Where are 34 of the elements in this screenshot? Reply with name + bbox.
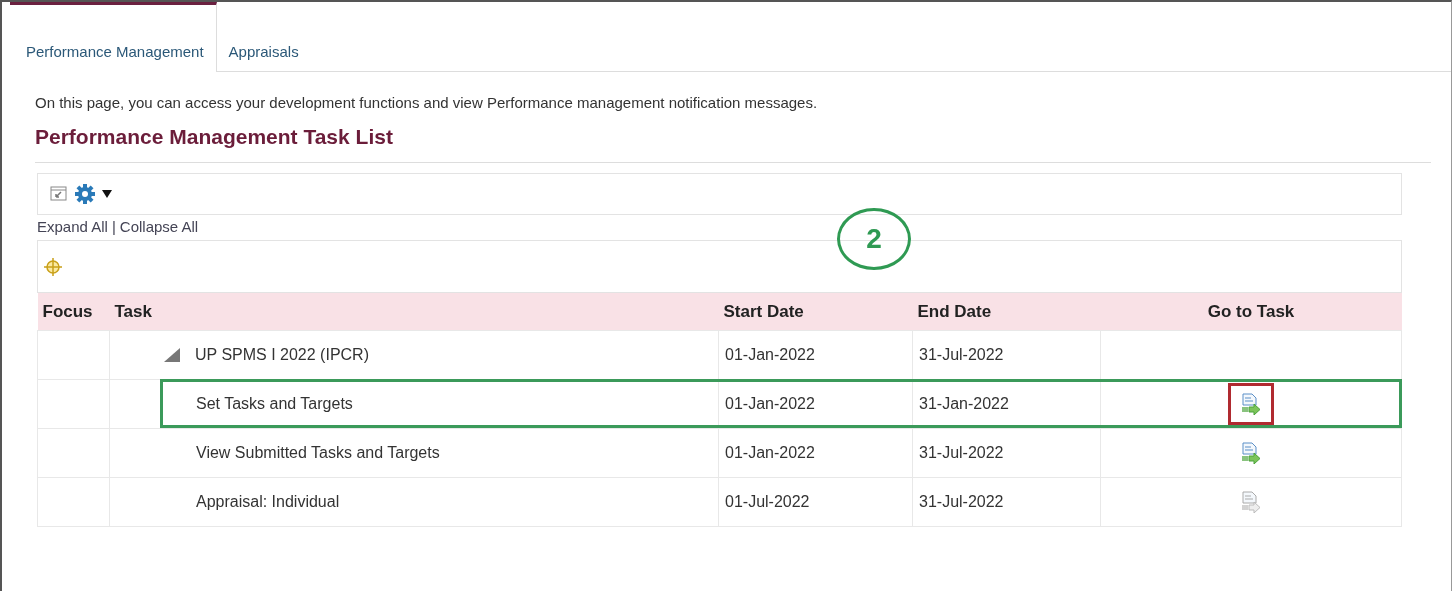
column-header: Task xyxy=(109,293,719,330)
task-name: UP SPMS I 2022 (IPCR) xyxy=(195,345,369,363)
task-name: View Submitted Tasks and Targets xyxy=(109,428,719,477)
date-cell: 31-Jul-2022 xyxy=(912,428,1101,477)
date-cell: 01-Jul-2022 xyxy=(718,477,913,526)
date-cell: 31-Jul-2022 xyxy=(912,477,1101,526)
toolbar-link[interactable]: Expand All xyxy=(37,216,108,239)
column-header: Go to Task xyxy=(1100,293,1402,330)
go-to-task-icon xyxy=(1241,442,1261,465)
caret-icon[interactable] xyxy=(102,190,112,198)
column-header: Start Date xyxy=(718,293,913,330)
disabled-task-icon xyxy=(1241,491,1261,514)
task-name: Set Tasks and Targets xyxy=(109,379,719,428)
date-cell: 31-Jan-2022 xyxy=(912,379,1101,428)
target-icon[interactable] xyxy=(43,256,63,277)
date-cell: 01-Jan-2022 xyxy=(718,379,913,428)
separator-text: | xyxy=(111,217,116,238)
section-heading: Performance Management Task List xyxy=(35,120,1431,163)
gear-icon[interactable] xyxy=(74,183,96,205)
go-to-task-button[interactable] xyxy=(1228,382,1274,425)
collapse-icon[interactable] xyxy=(162,347,181,364)
date-cell: 31-Jul-2022 xyxy=(912,330,1101,379)
column-header: End Date xyxy=(912,293,1101,330)
toolbar-link[interactable]: Collapse All xyxy=(119,216,199,239)
detach-icon[interactable] xyxy=(50,186,68,202)
date-cell: 01-Jan-2022 xyxy=(718,428,913,477)
go-to-task-icon xyxy=(1241,393,1261,416)
column-header: Focus xyxy=(37,293,110,330)
tab[interactable]: Appraisals xyxy=(216,2,311,71)
step-callout: 2 xyxy=(837,208,911,270)
date-cell: 01-Jan-2022 xyxy=(718,330,913,379)
description-text: On this page, you can access your development functions and view Performance management notification messages. xyxy=(35,93,819,113)
task-name: Appraisal: Individual xyxy=(109,477,719,526)
tab[interactable]: Performance Management xyxy=(10,2,217,72)
